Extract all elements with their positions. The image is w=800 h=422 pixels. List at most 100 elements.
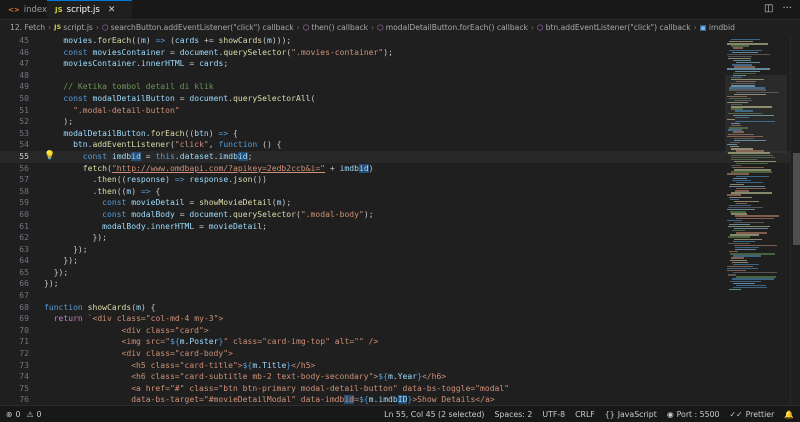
- code-text: <div class="card-body">: [44, 349, 233, 359]
- breadcrumb-item[interactable]: modalDetailButton.forEach() callback: [386, 23, 528, 32]
- code-text: const moviesContainer = document.querySe…: [63, 47, 393, 57]
- code-line: 64 });: [0, 255, 800, 267]
- minimap-line: [733, 272, 777, 274]
- minimap-line: [735, 120, 775, 123]
- breadcrumb-item[interactable]: 12. Fetch: [10, 23, 45, 32]
- code-line: 52 );: [0, 116, 800, 128]
- error-count: 0: [15, 409, 21, 419]
- line-number: 58: [19, 186, 29, 196]
- line-number: 69: [19, 314, 29, 324]
- line-number: 63: [19, 244, 29, 254]
- minimap-line: [735, 249, 756, 251]
- code-line: 71 <img src="${m.Poster}" class="card-im…: [0, 336, 800, 348]
- line-number: 73: [19, 360, 29, 370]
- line-number: 51: [19, 105, 29, 115]
- breadcrumb-item[interactable]: btn.addEventListener("click") callback: [546, 23, 691, 32]
- tab-bar: <> index.html JS script.js ✕ ◫ ···: [0, 0, 800, 20]
- language-mode[interactable]: {} JavaScript: [605, 410, 657, 419]
- js-file-icon: JS: [55, 6, 63, 14]
- vertical-scrollbar[interactable]: [790, 35, 800, 407]
- split-editor-icon[interactable]: ◫: [764, 3, 773, 14]
- tab-label: script.js: [66, 5, 100, 15]
- line-number: 66: [19, 279, 29, 289]
- more-actions-icon[interactable]: ···: [782, 3, 792, 14]
- code-line: 70 <div class="card">: [0, 325, 800, 337]
- encoding[interactable]: UTF-8: [542, 410, 565, 419]
- code-line: 58 .then((m) => {: [0, 186, 800, 198]
- minimap-line: [735, 116, 749, 119]
- code-line: 65 });: [0, 267, 800, 279]
- cursor-position[interactable]: Ln 55, Col 45 (2 selected): [384, 410, 484, 419]
- language-label: JavaScript: [617, 409, 657, 419]
- code-editor[interactable]: 45 movies.forEach((m) => (cards += showC…: [0, 35, 800, 407]
- breadcrumb-item[interactable]: searchButton.addEventListener("click") c…: [111, 23, 294, 32]
- prettier-label: Prettier: [745, 409, 775, 419]
- tab-script-js[interactable]: JS script.js ✕: [47, 0, 132, 19]
- code-line: 51 ".modal-detail-button": [0, 105, 800, 117]
- minimap[interactable]: [725, 35, 787, 407]
- close-icon[interactable]: ✕: [108, 5, 116, 15]
- code-line: 50 const modalDetailButton = document.qu…: [0, 93, 800, 105]
- line-number: 61: [19, 221, 29, 231]
- indentation[interactable]: Spaces: 2: [494, 410, 532, 419]
- code-text: function showCards(m) {: [44, 302, 156, 312]
- chevron-right-icon: ›: [296, 22, 300, 32]
- live-server-port[interactable]: ◉ Port : 5500: [667, 410, 720, 419]
- problems-indicator[interactable]: ⊗ 0 ⚠ 0: [6, 410, 41, 419]
- code-line: 48: [0, 70, 800, 82]
- code-line-current: 55 💡 const imdbid = this.dataset.imdbid;: [0, 150, 800, 163]
- line-number: 54: [19, 140, 29, 150]
- code-line: 68 function showCards(m) {: [0, 302, 800, 314]
- line-number: 57: [19, 175, 29, 185]
- code-line: 66});: [0, 278, 800, 290]
- error-icon: ⊗: [6, 409, 13, 419]
- warning-icon: ⚠: [26, 409, 34, 419]
- code-text: <div class="card">: [44, 325, 209, 335]
- line-ending[interactable]: CRLF: [575, 410, 595, 419]
- code-text: <h6 class="card-subtitle mb-2 text-body-…: [44, 372, 447, 382]
- code-line: 57 .then((response) => response.json()): [0, 174, 800, 186]
- code-line: 49 // Ketika tombol detail di klik: [0, 81, 800, 93]
- code-text: ".modal-detail-button": [73, 105, 180, 115]
- breadcrumb-item[interactable]: then() callback: [311, 23, 368, 32]
- line-number: 65: [19, 267, 29, 277]
- breadcrumb-item[interactable]: imdbid: [709, 23, 735, 32]
- line-number: 53: [19, 128, 29, 138]
- code-text: });: [44, 244, 88, 254]
- code-line: 75 <a href="#" class="btn btn-primary mo…: [0, 383, 800, 395]
- code-lines: 45 movies.forEach((m) => (cards += showC…: [0, 35, 800, 407]
- notifications-bell-icon[interactable]: 🔔: [784, 410, 794, 419]
- double-check-icon: ✓✓: [729, 409, 743, 419]
- chevron-right-icon: ›: [530, 22, 534, 32]
- code-text: <a href="#" class="btn btn-primary modal…: [44, 383, 510, 393]
- code-line: 69 return `<div class="col-md-4 my-3">: [0, 313, 800, 325]
- line-number: 59: [19, 198, 29, 208]
- code-text: movies.forEach((m) => (cards += showCard…: [63, 36, 292, 45]
- scrollbar-thumb[interactable]: [793, 153, 800, 245]
- broadcast-icon: ◉: [666, 409, 674, 419]
- code-line: 53 modalDetailButton.forEach((btn) => {: [0, 128, 800, 140]
- code-text: <h5 class="card-title">${m.Title}</h5>: [44, 360, 316, 370]
- line-number: 64: [19, 256, 29, 266]
- code-text: });: [44, 233, 107, 243]
- line-number: 71: [19, 337, 29, 347]
- code-line: 63 });: [0, 244, 800, 256]
- line-number: 67: [19, 291, 29, 301]
- line-number: 55: [19, 151, 29, 161]
- line-number: 52: [19, 117, 29, 127]
- code-line: 54 btn.addEventListener("click", functio…: [0, 139, 800, 151]
- line-number: 72: [19, 349, 29, 359]
- line-number: 47: [19, 59, 29, 69]
- line-number: 56: [19, 163, 29, 173]
- code-line: 62 });: [0, 232, 800, 244]
- line-number: 46: [19, 47, 29, 57]
- cube-icon: ⬡: [302, 22, 310, 32]
- line-number: 75: [19, 383, 29, 393]
- code-text: return `<div class="col-md-4 my-3">: [53, 314, 224, 324]
- code-text: // Ketika tombol detail di klik: [63, 82, 214, 92]
- breadcrumb-item[interactable]: script.js: [63, 23, 93, 32]
- prettier-status[interactable]: ✓✓ Prettier: [730, 410, 775, 419]
- code-text: fetch("http://www.omdbapi.com/?apikey=2e…: [82, 163, 374, 173]
- line-number: 45: [19, 36, 29, 45]
- port-label: Port : 5500: [676, 409, 720, 419]
